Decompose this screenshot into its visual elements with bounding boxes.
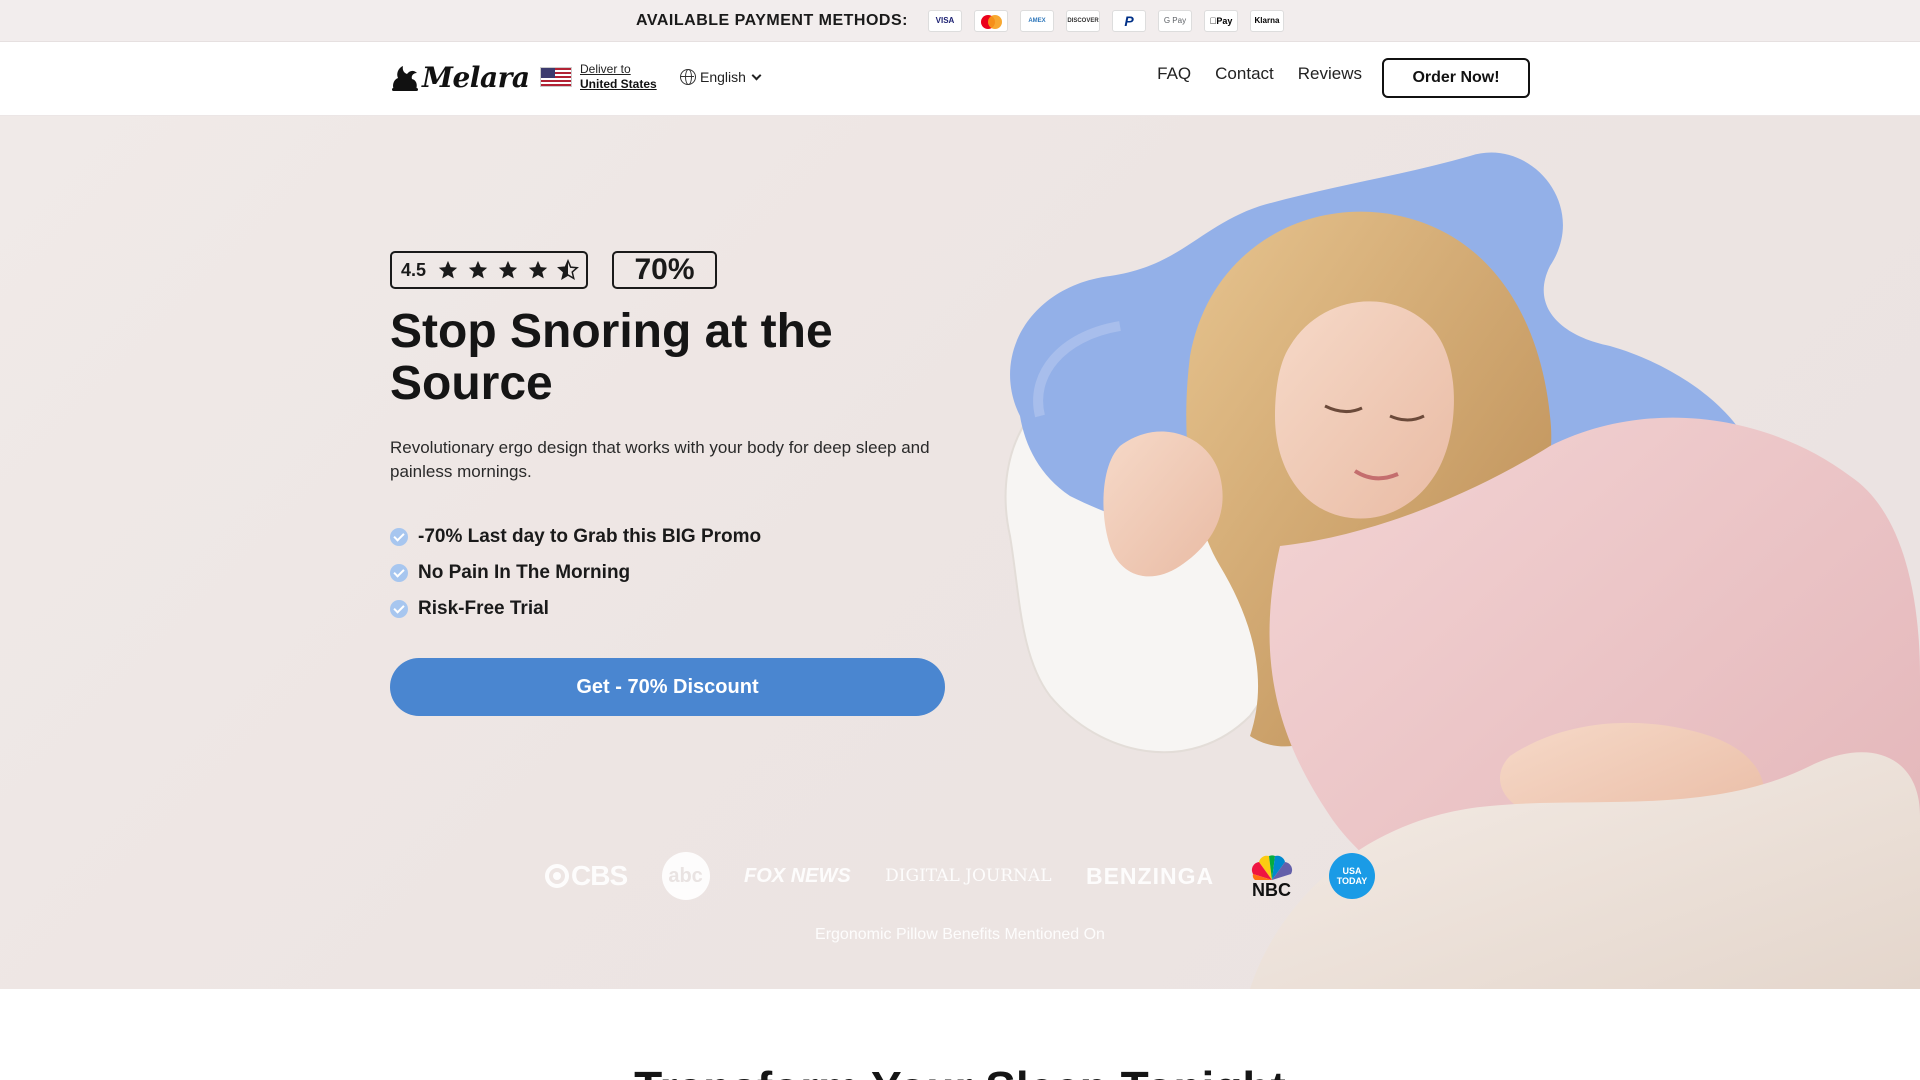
star-icon [468,260,488,279]
chevron-down-icon [751,70,762,80]
check-circle-icon [390,564,408,582]
nbc-peacock-icon [1251,854,1292,880]
payment-methods-bar: AVAILABLE PAYMENT METHODS: VISA AMEX DIS… [0,0,1920,42]
star-icon [498,260,518,279]
list-item: Risk-Free Trial [390,598,761,620]
next-section: Transform Your Sleep Tonight [0,989,1920,1080]
nav-faq[interactable]: FAQ [1157,64,1191,84]
discount-badge: 70% [612,251,717,289]
us-flag-icon [540,67,572,87]
main-nav: FAQ Contact Reviews [1157,64,1362,84]
hero-subtitle: Revolutionary ergo design that works wit… [390,438,930,481]
paypal-icon: P [1111,9,1146,32]
usa-today-logo: USA TODAY [1328,853,1375,899]
logo[interactable]: Melara [390,60,530,94]
bullet-text: No Pain In The Morning [418,562,631,583]
rating-value: 4.5 [401,259,427,280]
pillow-logo-icon [392,66,418,91]
globe-icon [680,69,696,85]
rating-badge: 4.5 [390,251,588,289]
language-selector[interactable]: English [680,69,762,85]
bullet-text: Risk-Free Trial [418,598,549,619]
benzinga-logo: BENZINGA [1085,862,1215,889]
discover-icon: DISCOVER [1065,9,1100,32]
deliver-to-label: Deliver to [580,62,631,76]
abc-logo: abc [661,852,710,900]
fox-news-logo: FOX NEWS [744,865,851,887]
list-item: No Pain In The Morning [390,562,761,584]
nav-contact[interactable]: Contact [1215,64,1274,84]
half-star-icon [557,259,579,280]
press-caption: Ergonomic Pillow Benefits Mentioned On [815,926,1105,943]
star-icon [528,260,548,279]
check-circle-icon [390,600,408,618]
language-label: English [700,69,746,85]
klarna-icon: Klarna [1249,9,1284,32]
mastercard-icon [973,9,1008,32]
get-discount-button[interactable]: Get - 70% Discount [390,658,945,716]
check-circle-icon [390,528,408,546]
order-now-button[interactable]: Order Now! [1382,58,1530,98]
amex-icon: AMEX [1019,9,1054,32]
apple-pay-icon: Pay [1203,9,1238,32]
star-icon [438,260,458,279]
press-logos: CBS abc FOX NEWS DIGITAL JOURNAL BENZING… [545,851,1375,901]
hero-title: Stop Snoring at the Source [390,305,833,410]
next-section-title: Transform Your Sleep Tonight [0,1061,1920,1080]
cbs-logo: CBS [545,860,628,892]
logo-text: Melara [422,60,530,94]
deliver-to-selector[interactable]: Deliver to United States [540,62,657,92]
payment-methods-label: AVAILABLE PAYMENT METHODS: [636,11,908,29]
benefit-list: -70% Last day to Grab this BIG Promo No … [390,526,761,620]
site-header: Melara Deliver to United States English … [0,42,1920,116]
google-pay-icon: G Pay [1157,9,1192,32]
nav-reviews[interactable]: Reviews [1298,64,1362,84]
bullet-text: -70% Last day to Grab this BIG Promo [418,526,762,547]
nbc-logo: NBC [1249,852,1295,901]
list-item: -70% Last day to Grab this BIG Promo [390,526,761,548]
hero-section: 4.5 70% Stop Snoring at the Source Revol… [0,116,1920,989]
cbs-eye-icon [545,864,569,888]
digital-journal-logo: DIGITAL JOURNAL [885,865,1052,886]
visa-icon: VISA [927,9,962,32]
deliver-country: United States [580,77,657,91]
